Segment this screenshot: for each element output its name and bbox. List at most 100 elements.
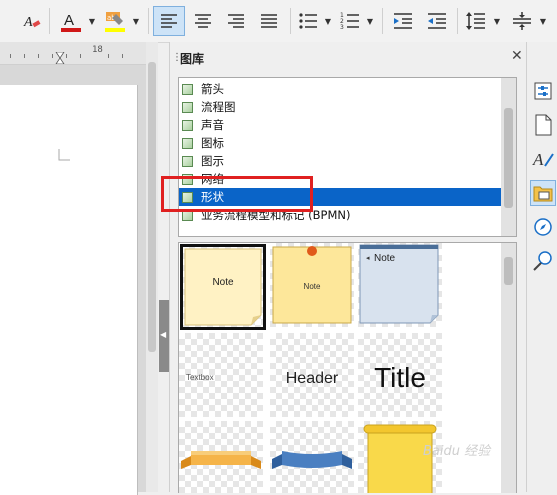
styles-icon: A <box>532 150 554 169</box>
sidebar-collapse-handle[interactable]: ◀ <box>159 300 169 372</box>
gallery-item-title[interactable]: Title <box>358 333 442 417</box>
theme-item-label: 图标 <box>201 136 224 150</box>
align-left-button[interactable] <box>153 6 185 36</box>
increase-indent-button[interactable] <box>390 6 416 36</box>
blue-note-icon: ◂ Note <box>359 244 439 324</box>
clear-formatting-icon: A <box>23 15 41 30</box>
paragraph-spacing-button[interactable] <box>509 6 535 36</box>
justify-icon <box>261 14 277 28</box>
align-right-icon <box>228 14 244 28</box>
font-color-icon: A <box>61 12 81 32</box>
highlight-color-dropdown[interactable]: ▼ <box>130 6 142 36</box>
horizontal-ruler[interactable]: 18 <box>0 42 146 65</box>
title-label: Title <box>374 362 426 393</box>
line-spacing-button[interactable] <box>463 6 489 36</box>
orange-ribbon-icon <box>181 451 261 469</box>
font-color-dropdown[interactable]: ▼ <box>86 6 98 36</box>
properties-icon <box>534 82 552 100</box>
panel-title: 图库 <box>180 52 205 66</box>
document-scrollbar[interactable] <box>146 42 158 492</box>
ruler-number: 18 <box>92 45 103 55</box>
tab-manage-changes[interactable] <box>530 248 556 274</box>
tab-navigator[interactable] <box>530 214 556 240</box>
bullet-list-dropdown[interactable]: ▼ <box>322 6 334 36</box>
theme-item-icons[interactable]: 图标 <box>179 134 501 152</box>
align-right-button[interactable] <box>221 6 251 36</box>
header-label: Header <box>286 370 339 387</box>
bullet-list-button[interactable] <box>296 6 320 36</box>
annotation-highlight-box <box>161 176 313 212</box>
bullet-list-icon <box>299 13 317 29</box>
theme-list[interactable]: 箭头 流程图 声音 图标 图示 网络 形状 业务流程模型和标记 (BPMN) <box>178 77 517 237</box>
gallery-scrollbar[interactable] <box>501 243 516 493</box>
line-spacing-dropdown[interactable]: ▼ <box>491 6 503 36</box>
gallery-item-ribbon-blue[interactable] <box>270 421 354 493</box>
theme-item-label: 流程图 <box>201 100 236 114</box>
gallery-theme-icon <box>182 119 193 131</box>
tab-stop-marker-icon[interactable] <box>55 52 65 64</box>
gallery-item-header[interactable]: Header <box>270 333 354 417</box>
numbered-list-button[interactable]: 123 <box>338 6 362 36</box>
note-shape-icon: Note <box>184 248 262 326</box>
sidebar-tabbar: A <box>526 42 557 492</box>
gallery-item-ribbon-orange[interactable] <box>179 421 263 493</box>
theme-item-flowchart[interactable]: 流程图 <box>179 98 501 116</box>
tab-properties[interactable] <box>530 78 556 104</box>
note-label: Note <box>374 253 396 264</box>
title-shape: Title <box>374 362 426 393</box>
gallery-item-textbox[interactable]: Textbox <box>179 333 263 417</box>
pinned-note-icon: Note <box>272 246 352 324</box>
tab-gallery[interactable] <box>530 180 556 206</box>
scrollbar-thumb[interactable] <box>148 62 156 352</box>
theme-list-scrollbar[interactable] <box>501 78 516 236</box>
textbox-shape: Textbox <box>186 373 214 382</box>
gallery-icon <box>533 186 553 202</box>
gallery-item-note-blue[interactable]: ◂ Note <box>358 243 442 327</box>
chevron-down-icon: ▼ <box>88 16 96 26</box>
gallery-theme-icon <box>182 137 193 149</box>
tab-styles[interactable]: A <box>530 146 556 172</box>
svg-text:A: A <box>23 15 33 30</box>
decrease-indent-button[interactable] <box>424 6 450 36</box>
gallery-item-note-pinned[interactable]: Note <box>270 243 354 327</box>
theme-item-diagrams[interactable]: 图示 <box>179 152 501 170</box>
chevron-down-icon: ▼ <box>366 16 374 26</box>
align-left-icon <box>161 14 177 28</box>
numbered-list-dropdown[interactable]: ▼ <box>364 6 376 36</box>
chevron-down-icon: ▼ <box>493 16 501 26</box>
highlighter-icon: ab <box>105 12 125 32</box>
scrollbar-thumb[interactable] <box>504 108 513 208</box>
chevron-down-icon: ▼ <box>324 16 332 26</box>
gallery-item-note-yellow[interactable]: Note <box>180 244 266 330</box>
font-color-button[interactable]: A <box>56 6 84 36</box>
formatting-toolbar: A A ▼ ab ▼ ▼ 123 ▼ ▼ ▼ <box>0 0 557 43</box>
gallery-theme-icon <box>182 101 193 113</box>
blue-ribbon-icon <box>272 451 352 469</box>
tab-page[interactable] <box>530 112 556 138</box>
theme-item-label: 箭头 <box>201 82 224 96</box>
document-page[interactable] <box>0 85 138 495</box>
note-label: Note <box>304 282 321 291</box>
header-shape: Header <box>286 370 339 387</box>
page-icon <box>535 114 552 136</box>
theme-item-arrows[interactable]: 箭头 <box>179 80 501 98</box>
clear-formatting-button[interactable]: A <box>20 6 44 36</box>
justify-button[interactable] <box>254 6 284 36</box>
paragraph-spacing-dropdown[interactable]: ▼ <box>537 6 549 36</box>
manage-changes-icon <box>533 251 552 271</box>
close-icon[interactable]: ✕ <box>511 48 523 64</box>
arrow-left-icon: ◀ <box>160 330 167 339</box>
decrease-indent-icon <box>428 13 446 29</box>
gallery-theme-icon <box>182 155 193 167</box>
svg-text:A: A <box>532 150 544 169</box>
gallery-theme-icon <box>182 83 193 95</box>
chevron-down-icon: ▼ <box>539 16 547 26</box>
theme-item-sounds[interactable]: 声音 <box>179 116 501 134</box>
svg-text:◂: ◂ <box>366 254 370 262</box>
theme-item-label: 声音 <box>201 118 224 132</box>
align-center-button[interactable] <box>188 6 218 36</box>
scrollbar-thumb[interactable] <box>504 257 513 285</box>
highlight-color-button[interactable]: ab <box>100 6 128 36</box>
note-label: Note <box>212 277 234 288</box>
line-spacing-icon <box>466 12 485 30</box>
